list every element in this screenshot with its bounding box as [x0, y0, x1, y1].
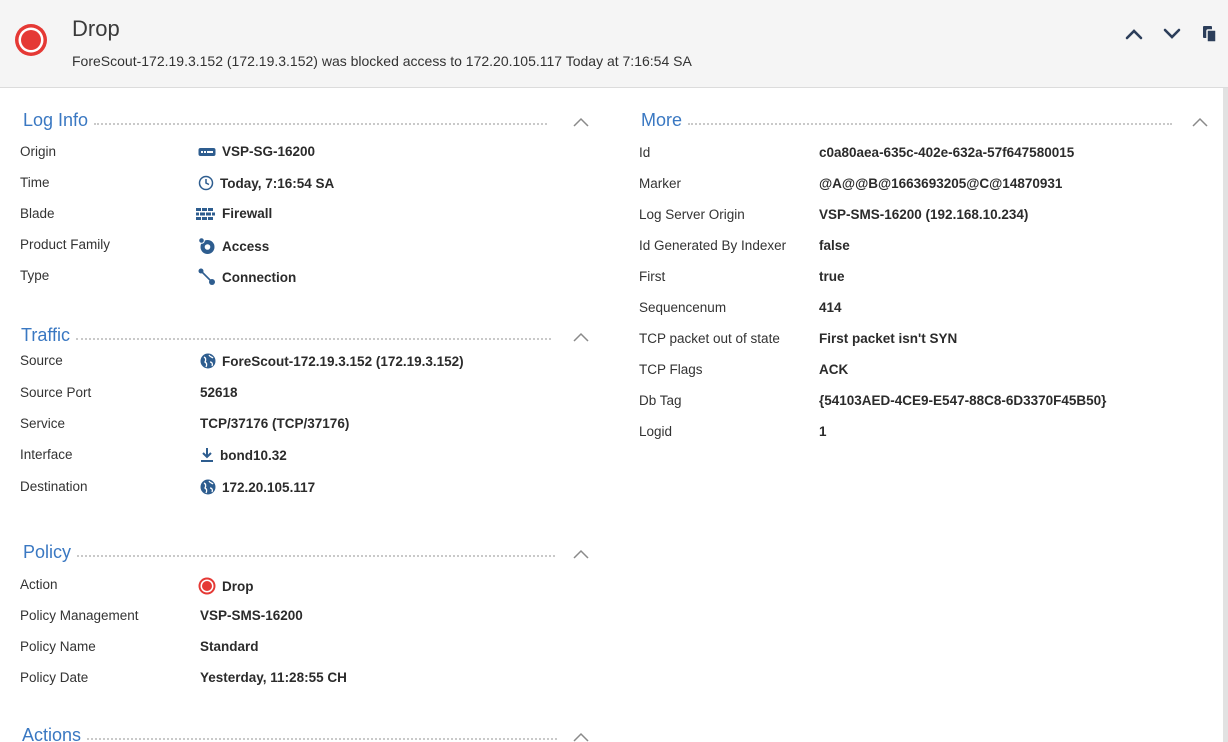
- collapse-log-info-chevron-up-icon[interactable]: [573, 117, 589, 127]
- chevron-up-icon: [1125, 29, 1143, 40]
- copy-icon: [1203, 26, 1217, 43]
- field-value: Connection: [198, 268, 296, 286]
- db-tag-value: {54103AED-4CE9-E547-88C8-6D3370F45B50}: [819, 393, 1107, 408]
- firewall-icon: [196, 207, 215, 220]
- field-label: Action: [20, 577, 58, 592]
- divider: [94, 122, 548, 125]
- header-toolbar: [1122, 22, 1222, 46]
- field-label: First: [639, 269, 666, 284]
- scrollbar[interactable]: [1223, 88, 1228, 742]
- field-value: ForeScout-172.19.3.152 (172.19.3.152): [200, 353, 464, 369]
- section-actions: Actions: [22, 725, 558, 742]
- type-value: Connection: [222, 269, 297, 285]
- destination-value: 172.20.105.117: [222, 479, 316, 495]
- source-value: ForeScout-172.19.3.152 (172.19.3.152): [222, 353, 464, 369]
- log-server-origin-value: VSP-SMS-16200 (192.168.10.234): [819, 207, 1029, 222]
- field-label: Origin: [20, 144, 57, 159]
- field-label: Service: [20, 416, 66, 431]
- section-policy: Policy: [23, 542, 556, 563]
- divider: [77, 554, 556, 557]
- next-log-button[interactable]: [1160, 22, 1184, 46]
- tcp-flags-value: ACK: [819, 362, 849, 377]
- marker-value: @A@@B@1663693205@C@14870931: [819, 176, 1063, 191]
- globe-icon: [200, 479, 216, 495]
- section-title-more: More: [641, 110, 683, 130]
- globe-icon: [200, 353, 216, 369]
- connection-icon: [198, 268, 215, 285]
- log-summary: ForeScout-172.19.3.152 (172.19.3.152) wa…: [72, 53, 692, 69]
- field-label: TCP Flags: [639, 362, 703, 377]
- logid-value: 1: [819, 424, 827, 439]
- field-value: VSP-SG-16200: [198, 144, 315, 159]
- field-value: bond10.32: [200, 447, 287, 463]
- field-value: 172.20.105.117: [200, 479, 315, 495]
- policy-name-value: Standard: [200, 639, 259, 654]
- first-value: true: [819, 269, 845, 284]
- field-label: Id Generated By Indexer: [639, 238, 787, 253]
- section-title-policy: Policy: [23, 542, 72, 562]
- field-label: Source: [20, 353, 63, 368]
- origin-value: VSP-SG-16200: [222, 144, 316, 159]
- field-label: Log Server Origin: [639, 207, 745, 222]
- section-title-traffic: Traffic: [21, 325, 71, 345]
- previous-log-button[interactable]: [1122, 22, 1146, 46]
- field-label: TCP packet out of state: [639, 331, 780, 346]
- section-traffic: Traffic: [21, 325, 552, 346]
- field-label: Policy Name: [20, 639, 96, 654]
- collapse-policy-chevron-up-icon[interactable]: [573, 549, 589, 559]
- field-label: Product Family: [20, 237, 111, 252]
- field-label: Marker: [639, 176, 682, 191]
- scrollbar-thumb[interactable]: [1223, 88, 1228, 742]
- field-label: Id: [639, 145, 651, 160]
- section-title-actions: Actions: [22, 725, 82, 742]
- field-label: Policy Date: [20, 670, 89, 685]
- field-label: Destination: [20, 479, 88, 494]
- service-value: TCP/37176 (TCP/37176): [200, 416, 350, 431]
- policy-management-value: VSP-SMS-16200: [200, 608, 303, 623]
- collapse-traffic-chevron-up-icon[interactable]: [573, 332, 589, 342]
- section-more: More: [641, 110, 1173, 131]
- field-value: Firewall: [196, 206, 272, 221]
- field-label: Db Tag: [639, 393, 682, 408]
- field-label: Blade: [20, 206, 55, 221]
- field-label: Type: [20, 268, 50, 283]
- field-label: Interface: [20, 447, 73, 462]
- clock-icon: [198, 175, 214, 191]
- section-title-log-info: Log Info: [23, 110, 89, 130]
- divider: [76, 337, 552, 340]
- collapse-more-chevron-up-icon[interactable]: [1192, 117, 1208, 127]
- sequencenum-value: 414: [819, 300, 842, 315]
- log-header: Drop ForeScout-172.19.3.152 (172.19.3.15…: [0, 0, 1228, 88]
- drop-status-icon: [15, 24, 47, 56]
- copy-button[interactable]: [1198, 22, 1222, 46]
- download-arrow-icon: [201, 448, 213, 462]
- field-value: Drop: [198, 577, 254, 595]
- field-value: Today, 7:16:54 SA: [198, 175, 334, 191]
- field-label: Policy Management: [20, 608, 139, 623]
- tcp-out-of-state-value: First packet isn't SYN: [819, 331, 958, 346]
- field-label: Source Port: [20, 385, 92, 400]
- product-family-value: Access: [222, 238, 270, 254]
- interface-value: bond10.32: [220, 447, 287, 463]
- blade-value: Firewall: [222, 206, 273, 221]
- action-value: Drop: [222, 578, 254, 594]
- collapse-actions-chevron-up-icon[interactable]: [573, 732, 589, 742]
- chevron-down-icon: [1163, 28, 1181, 39]
- divider: [688, 122, 1173, 125]
- gateway-icon: [198, 147, 216, 156]
- access-icon: [198, 237, 215, 254]
- field-label: Time: [20, 175, 50, 190]
- divider: [87, 737, 558, 740]
- section-log-info: Log Info: [23, 110, 548, 131]
- field-label: Logid: [639, 424, 673, 439]
- id-value: c0a80aea-635c-402e-632a-57f647580015: [819, 145, 1075, 160]
- policy-date-value: Yesterday, 11:28:55 CH: [200, 670, 347, 685]
- source-port-value: 52618: [200, 385, 238, 400]
- field-value: Access: [198, 237, 269, 255]
- log-title: Drop: [72, 16, 120, 41]
- id-generated-value: false: [819, 238, 850, 253]
- drop-icon: [198, 577, 216, 595]
- field-label: Sequencenum: [639, 300, 727, 315]
- time-value: Today, 7:16:54 SA: [220, 175, 335, 191]
